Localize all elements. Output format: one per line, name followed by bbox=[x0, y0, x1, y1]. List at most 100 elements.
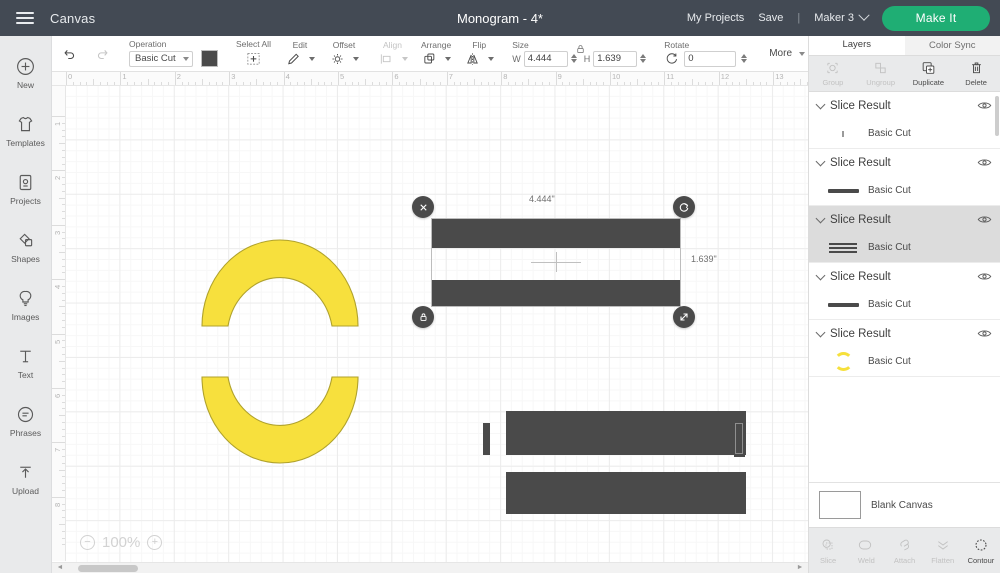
ruler-tick bbox=[52, 279, 65, 281]
layer-header[interactable]: Slice Result bbox=[809, 320, 1000, 347]
machine-selector[interactable]: Maker 3 bbox=[814, 9, 870, 24]
sidebar-item-upload[interactable]: Upload bbox=[0, 450, 52, 508]
canvas-color-swatch[interactable] bbox=[819, 491, 861, 519]
layer-child-row[interactable]: Basic Cut bbox=[809, 347, 1000, 376]
layer-header[interactable]: Slice Result bbox=[809, 92, 1000, 119]
ruler-tick bbox=[62, 150, 65, 151]
zoom-in-button[interactable]: + bbox=[147, 535, 163, 550]
monogram-top-arc-shape[interactable] bbox=[197, 231, 363, 327]
edit-button[interactable]: Edit bbox=[285, 40, 315, 67]
operation-select[interactable]: Basic Cut bbox=[129, 50, 193, 67]
contour-button[interactable]: Contour bbox=[962, 528, 1000, 573]
more-button[interactable]: More bbox=[765, 48, 806, 59]
canvas-chip[interactable]: Blank Canvas bbox=[809, 482, 1000, 527]
flatten-button[interactable]: Flatten bbox=[924, 528, 962, 573]
rotate-stepper[interactable] bbox=[741, 54, 748, 63]
hamburger-icon[interactable] bbox=[0, 12, 50, 24]
sidebar-item-text[interactable]: Text bbox=[0, 334, 52, 392]
width-stepper[interactable] bbox=[570, 54, 577, 63]
ruler-tick-label: 10 bbox=[612, 72, 621, 81]
save-button[interactable]: Save bbox=[758, 12, 783, 24]
lower-sliver-left[interactable] bbox=[483, 423, 490, 455]
zoom-out-button[interactable]: − bbox=[80, 535, 95, 550]
height-input[interactable] bbox=[593, 50, 638, 67]
weld-button[interactable]: Weld bbox=[847, 528, 885, 573]
ungroup-icon bbox=[875, 62, 886, 74]
design-canvas[interactable]: 4.444" 1.639" bbox=[66, 86, 808, 573]
ruler-tick bbox=[508, 82, 509, 85]
chevron-down-icon[interactable] bbox=[815, 156, 826, 166]
ruler-tick bbox=[62, 163, 65, 165]
make-it-button[interactable]: Make It bbox=[882, 5, 990, 31]
weld-icon bbox=[859, 540, 872, 549]
sidebar-item-templates[interactable]: Templates bbox=[0, 102, 52, 160]
lower-bar-lower[interactable] bbox=[506, 472, 746, 514]
lock-icon[interactable] bbox=[575, 43, 586, 55]
eye-icon[interactable] bbox=[977, 328, 992, 339]
scroll-left-arrow[interactable]: ◄ bbox=[55, 564, 65, 573]
flip-button[interactable]: Flip bbox=[464, 40, 495, 67]
layer-group[interactable]: Slice Result Basic Cut bbox=[809, 263, 1000, 320]
chevron-down-icon bbox=[799, 51, 806, 56]
ruler-tick bbox=[474, 79, 475, 85]
layers-list[interactable]: Slice Result Basic Cut Slice Result Basi… bbox=[809, 92, 1000, 482]
width-input[interactable] bbox=[523, 50, 568, 67]
ruler-tick bbox=[378, 82, 380, 85]
layer-child-row[interactable]: Basic Cut bbox=[809, 290, 1000, 319]
layers-scrollbar[interactable] bbox=[995, 96, 999, 276]
layer-header[interactable]: Slice Result bbox=[809, 263, 1000, 290]
delete-button[interactable]: Delete bbox=[952, 56, 1000, 91]
rotate-icon[interactable] bbox=[664, 51, 679, 66]
layer-header[interactable]: Slice Result bbox=[809, 149, 1000, 176]
arrange-button[interactable]: Arrange bbox=[421, 40, 451, 67]
rotate-input[interactable] bbox=[684, 50, 737, 67]
layer-group[interactable]: Slice Result Basic Cut bbox=[809, 92, 1000, 149]
undo-icon[interactable] bbox=[61, 46, 78, 61]
attach-button[interactable]: Attach bbox=[885, 528, 923, 573]
redo-icon[interactable] bbox=[94, 46, 111, 61]
resize-handle[interactable] bbox=[673, 306, 695, 328]
eye-icon[interactable] bbox=[977, 271, 992, 282]
offset-button[interactable]: Offset bbox=[329, 40, 359, 67]
sidebar-item-new[interactable]: New bbox=[0, 44, 52, 102]
height-stepper[interactable] bbox=[640, 54, 647, 63]
sidebar-item-phrases[interactable]: Phrases bbox=[0, 392, 52, 450]
lock-handle[interactable] bbox=[412, 306, 434, 328]
sidebar-item-shapes[interactable]: Shapes bbox=[0, 218, 52, 276]
layer-group[interactable]: Slice Result Basic Cut bbox=[809, 320, 1000, 377]
sidebar-item-images[interactable]: Images bbox=[0, 276, 52, 334]
layer-child-row[interactable]: Basic Cut bbox=[809, 176, 1000, 205]
monogram-bottom-arc-shape[interactable] bbox=[197, 376, 363, 472]
select-all-button[interactable]: Select All bbox=[236, 40, 271, 67]
chevron-down-icon[interactable] bbox=[815, 327, 826, 337]
lower-bar-upper[interactable] bbox=[506, 411, 746, 455]
eye-icon[interactable] bbox=[977, 214, 992, 225]
rotate-handle[interactable] bbox=[673, 196, 695, 218]
chevron-down-icon[interactable] bbox=[815, 213, 826, 223]
sidebar-item-projects[interactable]: Projects bbox=[0, 160, 52, 218]
size-group: Size W H bbox=[503, 36, 655, 72]
scroll-right-arrow[interactable]: ► bbox=[795, 564, 805, 573]
layer-group[interactable]: Slice Result Basic Cut bbox=[809, 206, 1000, 263]
my-projects-link[interactable]: My Projects bbox=[687, 12, 744, 24]
eye-icon[interactable] bbox=[977, 100, 992, 111]
canvas-horizontal-scrollbar[interactable]: ◄ ► bbox=[52, 562, 808, 573]
operation-color-swatch[interactable] bbox=[201, 50, 218, 67]
delete-handle[interactable] bbox=[412, 196, 434, 218]
layer-group[interactable]: Slice Result Basic Cut bbox=[809, 149, 1000, 206]
tab-layers[interactable]: Layers bbox=[809, 36, 905, 55]
chevron-down-icon[interactable] bbox=[815, 99, 826, 109]
align-button[interactable]: Align bbox=[377, 40, 408, 67]
layer-header[interactable]: Slice Result bbox=[809, 206, 1000, 233]
duplicate-button[interactable]: Duplicate bbox=[905, 56, 953, 91]
scrollbar-thumb[interactable] bbox=[78, 565, 138, 572]
chevron-down-icon[interactable] bbox=[815, 270, 826, 280]
slice-button[interactable]: Slice bbox=[809, 528, 847, 573]
ungroup-button[interactable]: Ungroup bbox=[857, 56, 905, 91]
layer-child-row[interactable]: Basic Cut bbox=[809, 119, 1000, 148]
tab-color-sync[interactable]: Color Sync bbox=[904, 36, 1000, 55]
ruler-tick bbox=[62, 313, 65, 315]
layer-child-row[interactable]: Basic Cut bbox=[809, 233, 1000, 262]
eye-icon[interactable] bbox=[977, 157, 992, 168]
group-button[interactable]: Group bbox=[809, 56, 857, 91]
